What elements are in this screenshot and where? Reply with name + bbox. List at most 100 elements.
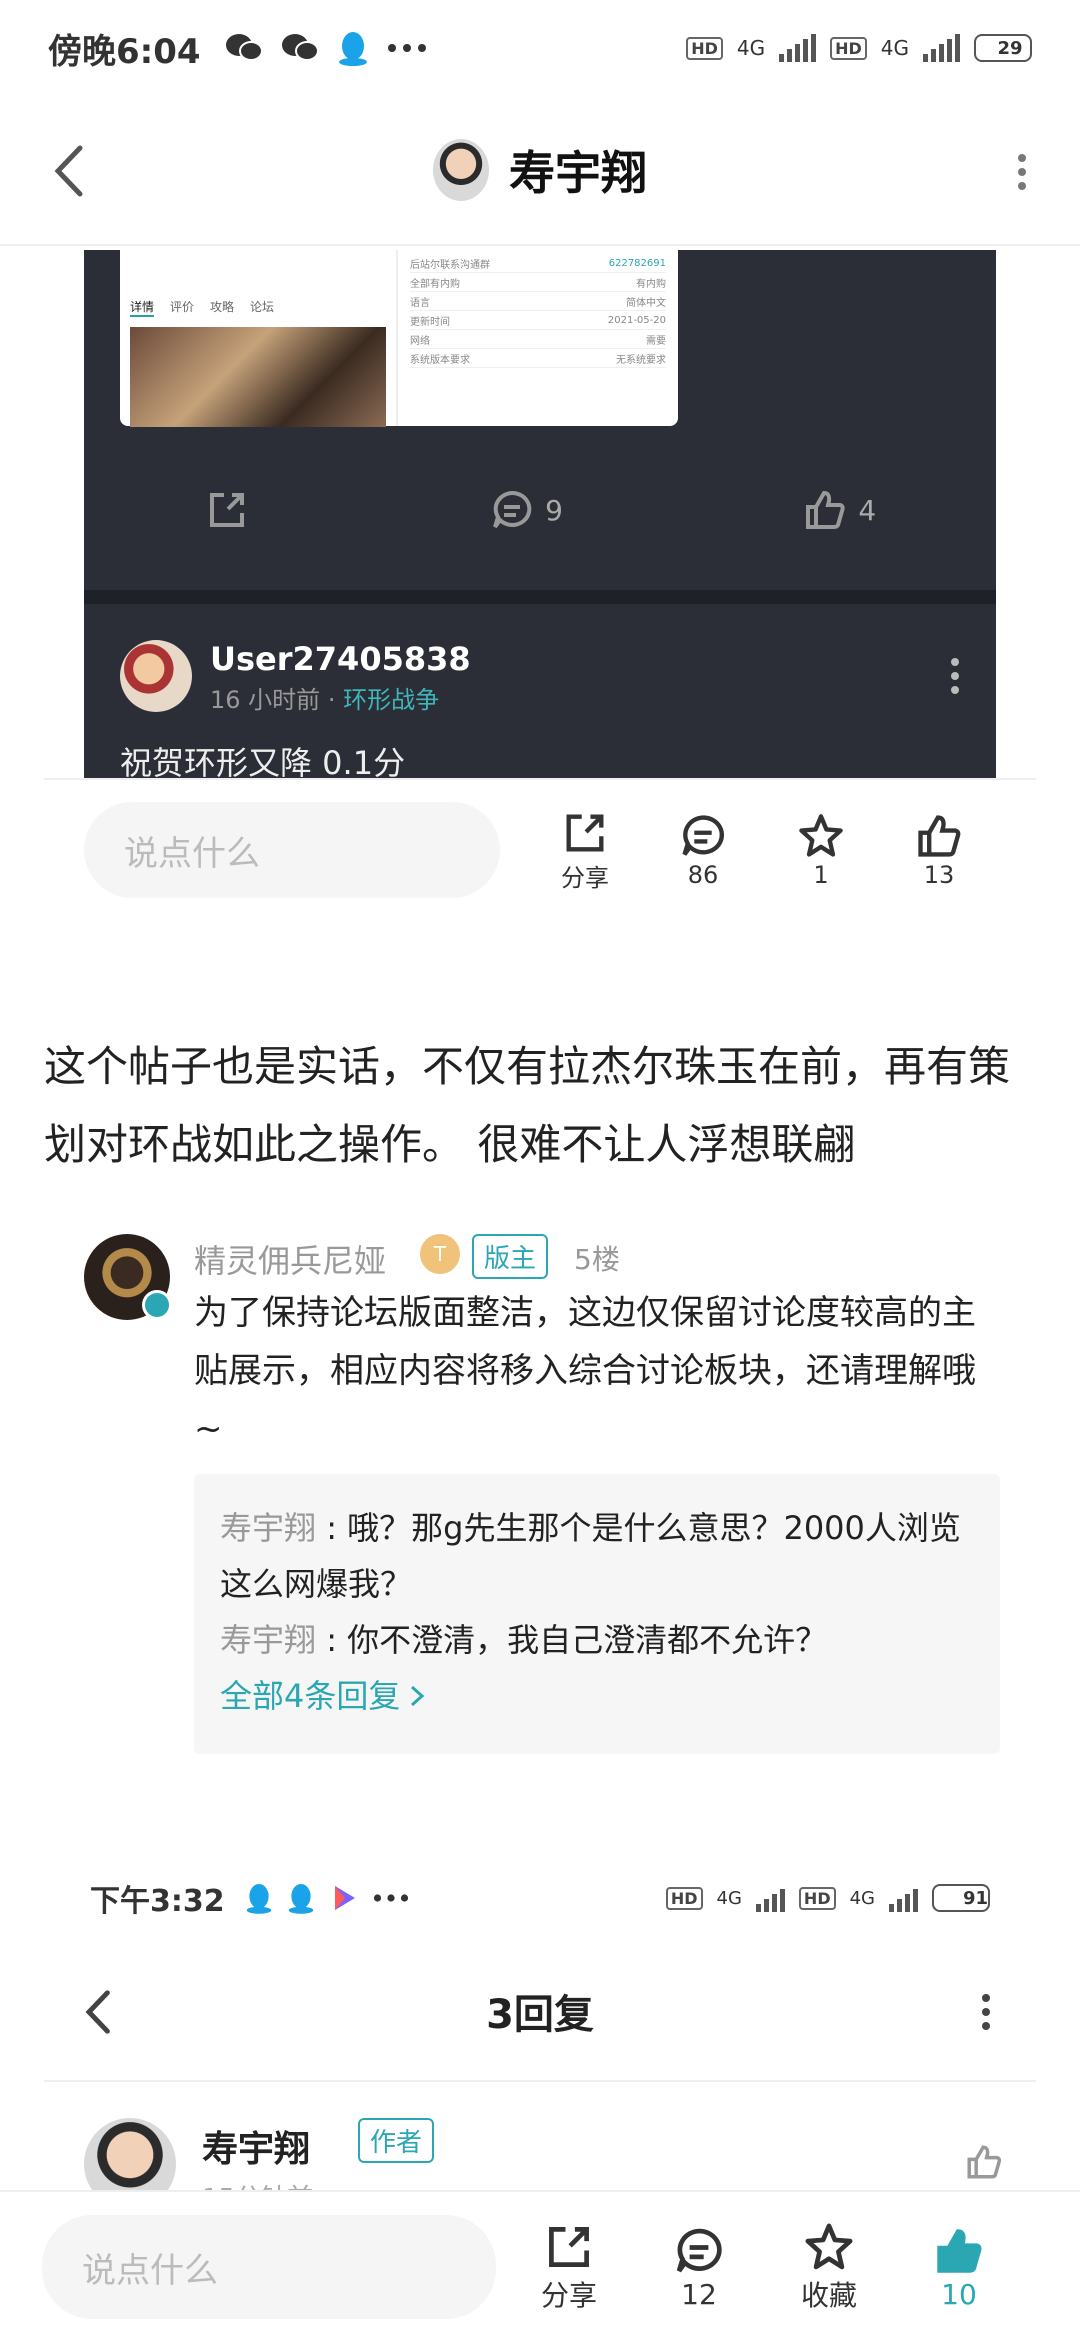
level-badge: T bbox=[420, 1234, 460, 1274]
battery-icon: 29 bbox=[974, 34, 1032, 62]
more-vertical-icon[interactable] bbox=[976, 1992, 996, 2032]
share-button[interactable]: 分享 bbox=[526, 808, 644, 893]
post-body: 这个帖子也是实话，不仅有拉杰尔珠玉在前，再有策划对环战如此之操作。 很难不让人浮… bbox=[44, 1042, 1011, 1169]
star-icon bbox=[799, 814, 843, 857]
network-label: 4G bbox=[736, 36, 766, 60]
hd-icon: HD bbox=[686, 36, 723, 60]
network-label: 4G bbox=[880, 36, 909, 60]
avatar[interactable] bbox=[433, 139, 489, 201]
user-post-text: 祝贺环形又降 0.1分 bbox=[120, 744, 406, 778]
divider bbox=[44, 778, 1036, 780]
game-info-list: 后站尔联系沟通群 622782691 全部有内购 有内购 语言 简体中文 更新时间 20… bbox=[396, 250, 678, 426]
more-vertical-icon bbox=[951, 658, 959, 694]
sub-replies: 寿宇翔 : 哦？那g先生那个是什么意思？2000人浏览这么网爆我？ 寿宇翔 : … bbox=[194, 1474, 1000, 1754]
favorite-button[interactable]: 收藏 bbox=[764, 2220, 894, 2314]
play-store-icon bbox=[334, 1886, 355, 1910]
back-arrow-icon[interactable] bbox=[74, 1982, 124, 2042]
comment-icon bbox=[493, 490, 532, 529]
comment-button[interactable]: 86 bbox=[644, 811, 762, 889]
bottom-action-bar: 说点什么 分享 12 收藏 10 bbox=[0, 2190, 1080, 2340]
battery-icon: 91 bbox=[932, 1884, 990, 1912]
comment-input[interactable]: 说点什么 bbox=[42, 2215, 496, 2319]
status-time: 下午3:32 bbox=[90, 1884, 225, 1919]
like-button[interactable]: 13 bbox=[880, 811, 998, 889]
more-vertical-icon[interactable] bbox=[1012, 152, 1032, 192]
game-screenshot-image bbox=[130, 327, 386, 427]
avatar bbox=[120, 640, 192, 712]
comment-icon bbox=[682, 815, 724, 856]
floor-number: 5楼 bbox=[574, 1243, 620, 1276]
info-row: 更新时间 2021-05-20 bbox=[410, 311, 666, 330]
reply-author[interactable]: 寿宇翔 bbox=[202, 2120, 310, 2172]
more-icon bbox=[387, 44, 426, 52]
replies-header: 3回复 bbox=[44, 1942, 1036, 2082]
comment-button[interactable]: 12 bbox=[634, 2224, 764, 2311]
wechat-icon bbox=[225, 34, 263, 61]
wechat-icon bbox=[281, 34, 319, 61]
sub-reply[interactable]: 寿宇翔 : 哦？那g先生那个是什么意思？2000人浏览这么网爆我？ bbox=[220, 1500, 974, 1612]
status-bar: 傍晚6:04 HD 4G HD 4G 29 bbox=[0, 0, 1080, 96]
back-arrow-icon[interactable] bbox=[40, 136, 100, 206]
signal-icon bbox=[923, 34, 960, 62]
author-badge: 作者 bbox=[358, 2118, 435, 2163]
hd-icon: HD bbox=[830, 36, 867, 60]
post-action-bar: 说点什么 分享 86 1 13 bbox=[0, 800, 1080, 900]
second-status-bar: 下午3:32 HD 4G HD 4G 91 bbox=[0, 1858, 1080, 1938]
status-right: HD 4G HD 4G 29 bbox=[686, 34, 1032, 62]
sub-reply[interactable]: 寿宇翔 : 你不澄清，我自己澄清都不允许？ bbox=[220, 1612, 974, 1668]
thumbs-up-icon bbox=[918, 815, 961, 857]
title-wrap: 寿宇翔 bbox=[433, 137, 647, 203]
info-row: 全部有内购 有内购 bbox=[410, 273, 666, 292]
qq-icon bbox=[246, 1884, 271, 1914]
embedded-comments: 9 bbox=[489, 487, 563, 533]
hd-icon: HD bbox=[665, 1886, 703, 1910]
favorite-button[interactable]: 1 bbox=[762, 811, 880, 889]
thumbs-up-icon bbox=[806, 490, 846, 529]
thumbs-up-icon[interactable] bbox=[964, 2142, 1004, 2182]
share-icon bbox=[549, 2227, 589, 2267]
all-replies-link[interactable]: 全部4条回复 bbox=[220, 1668, 974, 1724]
like-button[interactable]: 10 bbox=[894, 2224, 1024, 2311]
bottom-action-row: 说点什么 分享 12 收藏 10 bbox=[0, 2212, 1080, 2322]
game-tabs-panel: 详情 评价 攻略 论坛 bbox=[120, 250, 396, 427]
share-button[interactable]: 分享 bbox=[504, 2220, 634, 2314]
page-title: 寿宇翔 bbox=[509, 146, 647, 200]
moderator-badge: 版主 bbox=[472, 1234, 549, 1279]
verified-icon bbox=[142, 1290, 172, 1320]
info-row: 语言 简体中文 bbox=[410, 292, 666, 311]
embedded-screenshot: 详情 评价 攻略 论坛 后站尔联系沟通群 622782691 全部有内购 有内购 语… bbox=[84, 250, 996, 778]
reply-text: 为了保持论坛版面整洁，这边仅保留讨论度较高的主贴展示，相应内容将移入综合讨论板块… bbox=[194, 1293, 976, 1449]
qq-icon bbox=[288, 1884, 313, 1914]
reply-author[interactable]: 精灵佣兵尼娅 bbox=[194, 1236, 386, 1282]
thumbs-up-filled-icon bbox=[937, 2228, 982, 2273]
comment-input[interactable]: 说点什么 bbox=[84, 802, 500, 898]
top-bar: 寿宇翔 bbox=[0, 96, 1080, 246]
status-right: HD 4G HD 4G 91 bbox=[665, 1884, 990, 1912]
embedded-game-page: 详情 评价 攻略 论坛 后站尔联系沟通群 622782691 全部有内购 有内购 语… bbox=[120, 250, 678, 427]
tab-forum: 论坛 bbox=[250, 300, 275, 314]
embedded-share bbox=[204, 487, 250, 533]
user-name: User27405838 bbox=[210, 640, 471, 678]
tab-reviews: 评价 bbox=[170, 300, 195, 314]
more-icon bbox=[373, 1894, 408, 1902]
tab-details: 详情 bbox=[130, 298, 155, 317]
signal-icon bbox=[755, 1884, 785, 1912]
qq-icon bbox=[338, 32, 367, 66]
signal-icon bbox=[889, 1884, 918, 1912]
notification-icons bbox=[245, 1881, 409, 1915]
game-tabs: 详情 评价 攻略 论坛 bbox=[130, 298, 386, 317]
comment-icon bbox=[676, 2228, 722, 2272]
star-icon bbox=[805, 2223, 853, 2270]
signal-icon bbox=[779, 34, 817, 62]
share-icon bbox=[566, 814, 604, 851]
info-row: 系统版本要求 无系统要求 bbox=[410, 349, 666, 368]
status-time: 傍晚6:04 bbox=[48, 31, 201, 72]
chevron-right-icon bbox=[411, 1685, 425, 1707]
embedded-actions: 9 4 bbox=[84, 450, 996, 570]
network-label: 4G bbox=[716, 1887, 742, 1909]
notification-icons bbox=[225, 30, 427, 66]
embedded-likes: 4 bbox=[802, 487, 876, 533]
replies-title: 3回复 bbox=[486, 1992, 594, 2038]
tab-guides: 攻略 bbox=[210, 300, 235, 314]
share-icon bbox=[209, 493, 244, 527]
